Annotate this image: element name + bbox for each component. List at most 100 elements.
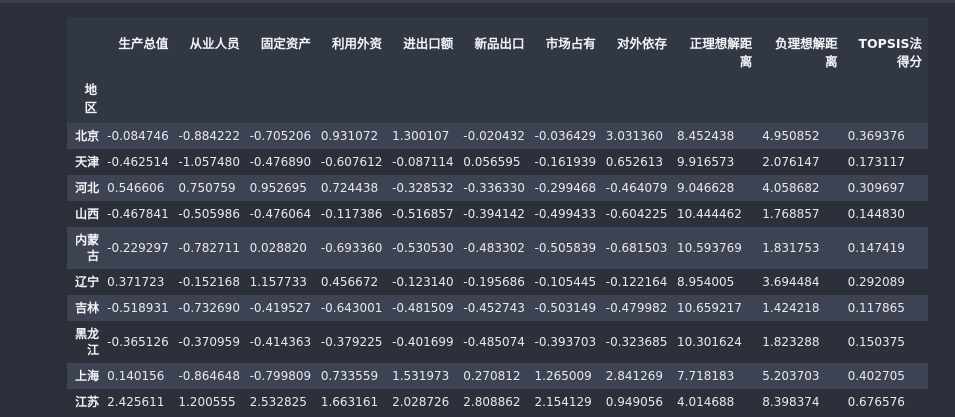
table-cell: 5.203703: [762, 369, 820, 383]
column-header-label: 固定资产: [260, 36, 311, 51]
column-header-label: 新品出口: [474, 36, 525, 51]
column-header[interactable]: 市场占有: [530, 17, 602, 73]
row-index-label: 江苏: [75, 395, 100, 409]
table-row[interactable]: 天津 -0.462514 -1.057480 -0.476890 -0.607612 -0…: [67, 149, 928, 175]
table-cell: 10.593769: [677, 241, 742, 255]
table-cell: 3.031360: [605, 129, 664, 143]
table-row[interactable]: 辽宁 0.371723 -0.152168 1.157733 0.456672 -0.12…: [67, 269, 928, 295]
row-index-cell: 河北: [67, 175, 103, 201]
index-name-header: 地区: [67, 73, 104, 123]
table-cell: 0.150375: [847, 335, 905, 349]
table-row[interactable]: 黑龙江 -0.365126 -0.370959 -0.414363 -0.379225-…: [67, 321, 928, 363]
table-cell: 0.144830: [847, 207, 905, 221]
table-cell: 8.954005: [677, 275, 735, 289]
table-cell: 0.369376: [847, 129, 905, 143]
table-cell: -0.161939: [534, 155, 597, 169]
notebook-output-area: 生产总值 从业人员 固定资产 利用外资 进出口额 新品出口 市场占有 对外依存 正理想解距离负理…: [0, 0, 955, 417]
table-cell: -0.365126: [107, 335, 169, 349]
column-header-label: 从业人员: [189, 36, 240, 51]
column-header[interactable]: 进出口额: [388, 17, 460, 73]
table-cell: -0.479982: [605, 301, 668, 315]
table-cell: -0.195686: [463, 275, 525, 289]
column-header[interactable]: 正理想解距离: [673, 17, 759, 73]
table-cell: 2.841269: [605, 369, 664, 383]
table-cell: -0.452743: [463, 301, 525, 315]
table-cell: -0.336330: [463, 181, 525, 195]
column-header-row: 生产总值 从业人员 固定资产 利用外资 进出口额 新品出口 市场占有 对外依存 正理想解距离负理…: [67, 17, 928, 73]
table-cell: -0.483302: [463, 241, 525, 255]
column-header-label: 离: [825, 54, 838, 69]
table-cell: 0.724438: [320, 181, 379, 195]
column-header[interactable]: 新品出口: [459, 17, 531, 73]
table-cell: -0.782711: [178, 241, 240, 255]
table-cell: 0.952695: [249, 181, 307, 195]
table-cell: 8.398374: [762, 395, 820, 409]
table-cell: 4.014688: [677, 395, 735, 409]
table-cell: 1.531973: [392, 369, 450, 383]
table-cell: -0.370959: [178, 335, 240, 349]
table-cell: -0.884222: [178, 129, 240, 143]
table-cell: -0.122164: [605, 275, 668, 289]
column-header[interactable]: TOPSIS法 得分: [843, 17, 928, 73]
column-header-label: 生产总值: [118, 36, 169, 51]
table-cell: 0.292089: [847, 275, 905, 289]
table-cell: -0.864648: [178, 369, 240, 383]
table-cell: -0.604225: [605, 207, 668, 221]
table-cell: 0.117865: [847, 301, 905, 315]
output-top-border: [0, 0, 955, 3]
column-header-label: 进出口额: [403, 36, 454, 51]
index-corner-cell: [67, 17, 104, 73]
table-cell: 10.301624: [677, 335, 742, 349]
column-header-label: 正理想解距: [689, 36, 753, 51]
table-cell: -0.799809: [249, 369, 312, 383]
row-index-cell: 北京: [67, 123, 103, 149]
table-cell: 0.750759: [178, 181, 236, 195]
table-cell: -0.464079: [605, 181, 668, 195]
column-header-label: 得分: [896, 54, 922, 69]
table-cell: -0.462514: [107, 155, 169, 169]
column-header[interactable]: 利用外资: [316, 17, 389, 73]
row-index-label: 古: [87, 249, 100, 263]
table-cell: -0.020432: [463, 129, 525, 143]
table-cell: 2.154129: [534, 395, 592, 409]
table-row[interactable]: 江苏 2.425611 1.200555 2.532825 1.663161 2.0287…: [67, 389, 928, 415]
table-row[interactable]: 内蒙古 -0.229297 -0.782711 0.028820 -0.693360 -0…: [67, 227, 928, 269]
table-cell: 0.173117: [847, 155, 905, 169]
table-row[interactable]: 山西 -0.467841 -0.505986 -0.476064 -0.117386 -0…: [67, 201, 928, 227]
row-index-cell: 辽宁: [67, 269, 103, 295]
table-cell: 0.652613: [605, 155, 664, 169]
table-cell: 0.270812: [463, 369, 521, 383]
column-header-label: 负理想解距: [775, 36, 838, 51]
table-row[interactable]: 上海 0.140156 -0.864648 -0.799809 0.733559 1.53…: [67, 363, 928, 389]
row-index-cell: 江苏: [67, 389, 103, 415]
table-body: 北京 -0.084746 -0.884222 -0.705206 0.931072 1.3…: [67, 123, 928, 415]
table-cell: 1.663161: [320, 395, 379, 409]
row-index-label: 上海: [75, 369, 100, 383]
column-header[interactable]: 从业人员: [174, 17, 246, 73]
table-cell: -0.643001: [320, 301, 383, 315]
table-cell: -0.705206: [249, 129, 312, 143]
column-header-label: 离: [739, 54, 753, 69]
table-cell: 0.546606: [107, 181, 165, 195]
column-header[interactable]: 对外依存: [601, 17, 673, 73]
table-cell: 0.140156: [107, 369, 165, 383]
table-cell: -0.229297: [107, 241, 169, 255]
table-cell: 0.309697: [847, 181, 905, 195]
table-cell: 9.916573: [677, 155, 735, 169]
table-row[interactable]: 北京 -0.084746 -0.884222 -0.705206 0.931072 1.3…: [67, 123, 928, 149]
column-header-label: 对外依存: [616, 36, 667, 51]
table-cell: -0.379225: [320, 335, 383, 349]
table-cell: 10.444462: [677, 207, 742, 221]
column-header-label: 市场占有: [545, 36, 596, 51]
column-header[interactable]: 负理想解距离: [758, 17, 844, 73]
table-row[interactable]: 吉林 -0.518931 -0.732690 -0.419527 -0.643001 -0…: [67, 295, 928, 321]
table-cell: -0.084746: [107, 129, 169, 143]
column-header[interactable]: 固定资产: [245, 17, 317, 73]
table-row[interactable]: 河北 0.546606 0.750759 0.952695 0.724438 -0.328…: [67, 175, 928, 201]
row-index-cell: 内蒙古: [67, 227, 103, 269]
table-cell: 2.076147: [762, 155, 820, 169]
column-header[interactable]: 生产总值: [103, 17, 175, 73]
table-cell: 1.823288: [762, 335, 820, 349]
table-cell: 0.949056: [605, 395, 664, 409]
column-header-label: 利用外资: [332, 36, 383, 51]
